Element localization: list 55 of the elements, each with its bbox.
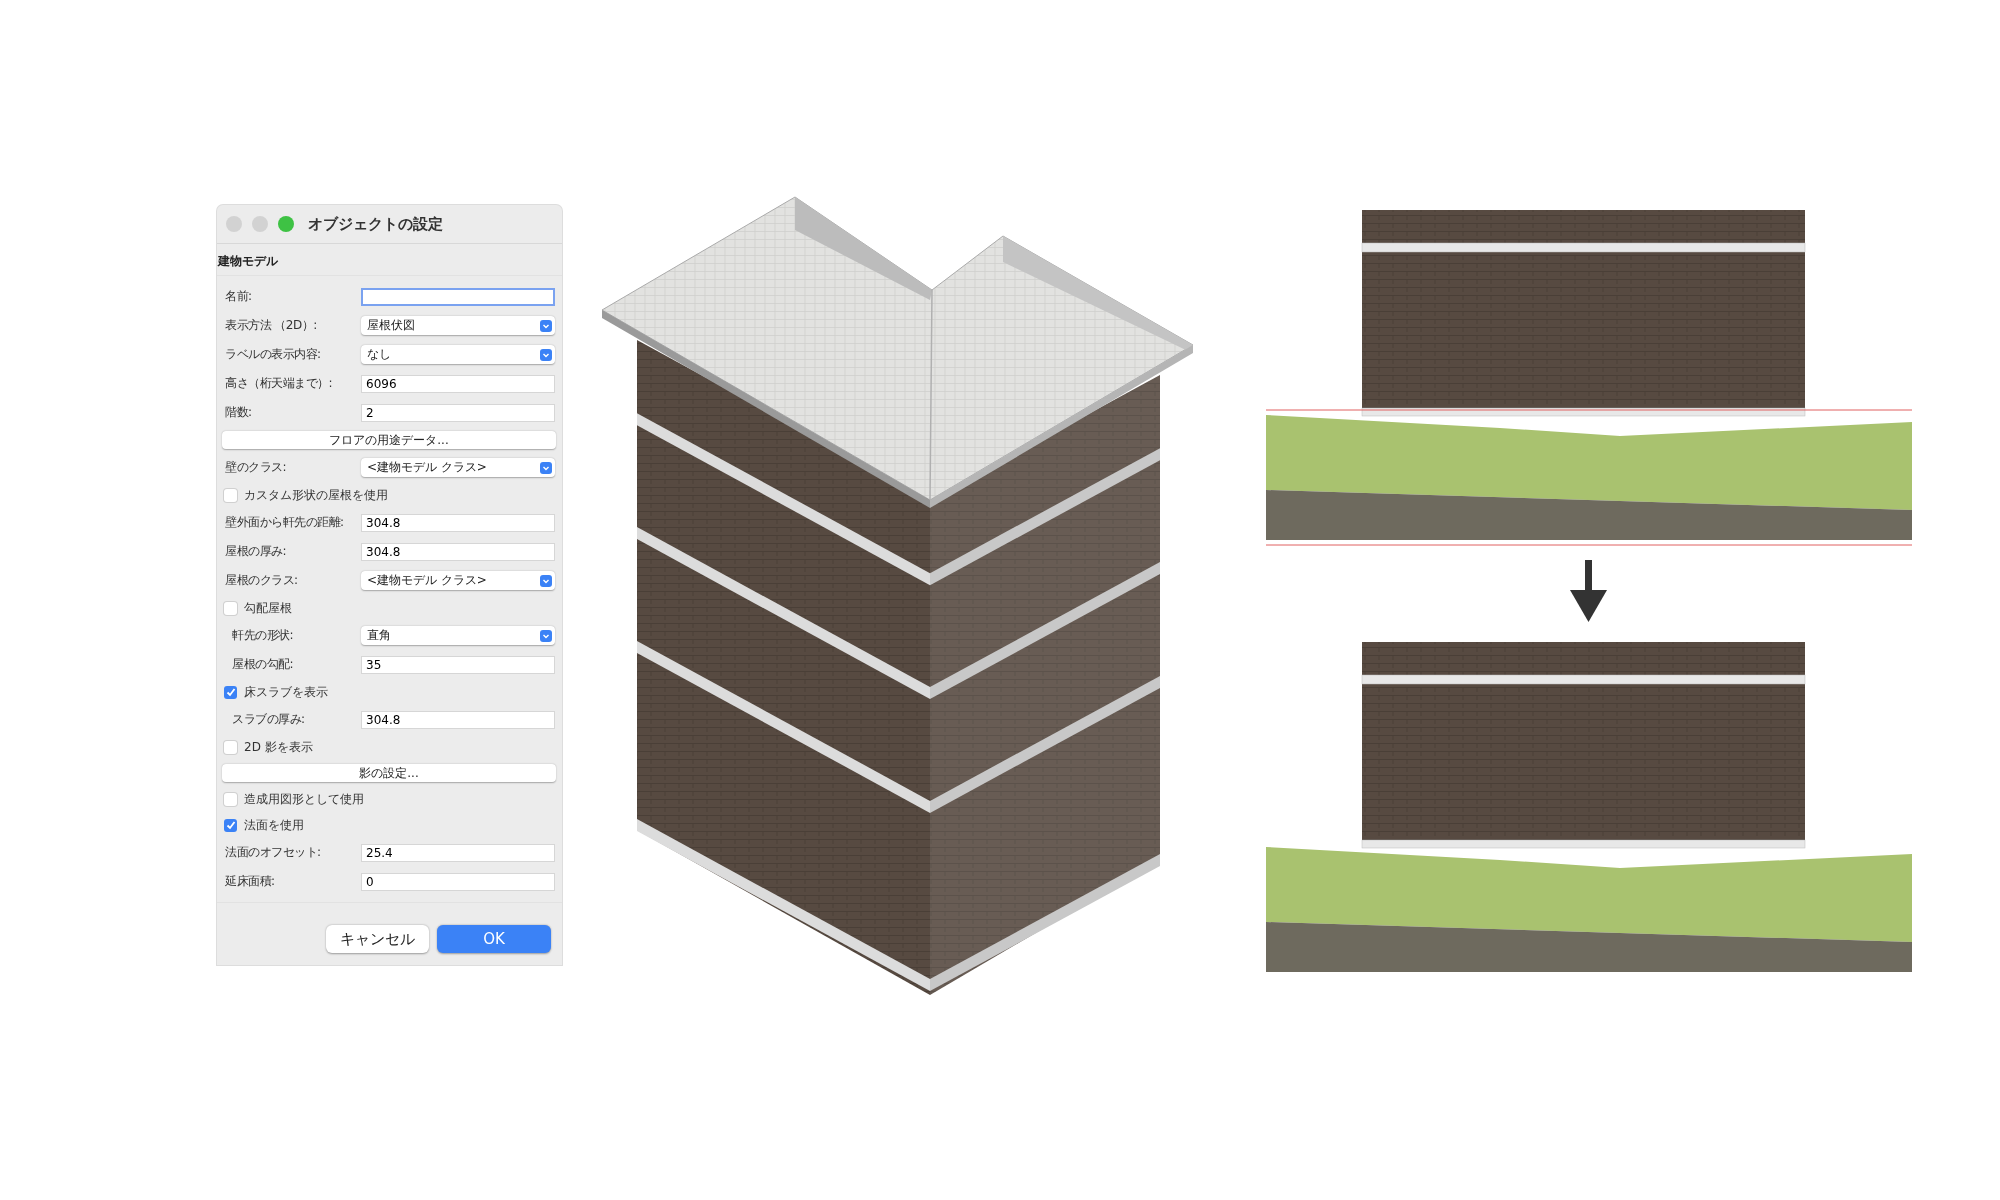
chevron-down-icon xyxy=(540,629,552,642)
input-field[interactable]: 35 xyxy=(361,655,555,674)
dialog-button[interactable]: フロアの用途データ... xyxy=(222,431,556,449)
section-heading: 建物モデル xyxy=(217,244,562,276)
checkbox-label: 法面を使用 xyxy=(244,816,304,834)
input-field[interactable]: 304.8 xyxy=(361,542,555,561)
checkbox[interactable] xyxy=(224,601,237,615)
zoom-button[interactable] xyxy=(278,216,294,232)
field-label: 壁外面から軒先の距離: xyxy=(224,514,345,531)
chevron-down-icon xyxy=(540,461,552,474)
chevron-down-icon xyxy=(540,348,552,361)
field-label: 法面のオフセット: xyxy=(224,844,322,861)
checkbox[interactable] xyxy=(224,792,237,806)
input-field[interactable]: 2 xyxy=(361,403,555,422)
close-button[interactable] xyxy=(226,216,242,232)
input-field[interactable]: 6096 xyxy=(361,374,555,393)
minimize-button[interactable] xyxy=(252,216,268,232)
field-label: 屋根のクラス: xyxy=(224,572,299,589)
input-field[interactable] xyxy=(361,287,555,306)
field-label: 階数: xyxy=(224,404,253,421)
window-title: オブジェクトの設定 xyxy=(308,214,443,234)
input-field[interactable]: 0 xyxy=(361,872,555,891)
field-label: 名前: xyxy=(224,288,253,305)
field-label: 表示方法 （2D）: xyxy=(224,317,318,334)
dropdown[interactable]: なし xyxy=(361,345,555,364)
dialog-button[interactable]: 影の設定... xyxy=(222,764,556,782)
dropdown[interactable]: <建物モデル クラス> xyxy=(361,458,555,477)
checkbox[interactable] xyxy=(224,685,237,699)
input-field[interactable]: 304.8 xyxy=(361,513,555,532)
checkbox[interactable] xyxy=(224,488,237,502)
dropdown[interactable]: <建物モデル クラス> xyxy=(361,571,555,590)
checkbox-label: 造成用図形として使用 xyxy=(244,790,364,808)
checkbox[interactable] xyxy=(224,740,237,754)
field-label: ラベルの表示内容: xyxy=(224,346,322,363)
input-field[interactable]: 304.8 xyxy=(361,710,555,729)
field-label: スラブの厚み: xyxy=(231,711,306,728)
down-arrow-icon xyxy=(1570,560,1607,622)
dropdown[interactable]: 直角 xyxy=(361,626,555,645)
chevron-down-icon xyxy=(540,574,552,587)
checkbox-label: 床スラブを表示 xyxy=(244,683,328,701)
field-label: 高さ（桁天端まで）: xyxy=(224,375,334,392)
input-field[interactable]: 25.4 xyxy=(361,843,555,862)
field-label: 屋根の勾配: xyxy=(231,656,295,673)
field-label: 屋根の厚み: xyxy=(224,543,288,560)
dropdown[interactable]: 屋根伏図 xyxy=(361,316,555,335)
cancel-button[interactable]: キャンセル xyxy=(326,925,429,953)
checkbox-label: 2D 影を表示 xyxy=(244,738,313,756)
chevron-down-icon xyxy=(540,319,552,332)
checkbox-label: 勾配屋根 xyxy=(244,599,292,617)
field-label: 軒先の形状: xyxy=(231,627,295,644)
checkbox-label: カスタム形状の屋根を使用 xyxy=(244,486,388,504)
field-label: 壁のクラス: xyxy=(224,459,288,476)
checkbox[interactable] xyxy=(224,818,237,832)
ok-button[interactable]: OK xyxy=(437,925,551,953)
field-label: 延床面積: xyxy=(224,873,276,890)
